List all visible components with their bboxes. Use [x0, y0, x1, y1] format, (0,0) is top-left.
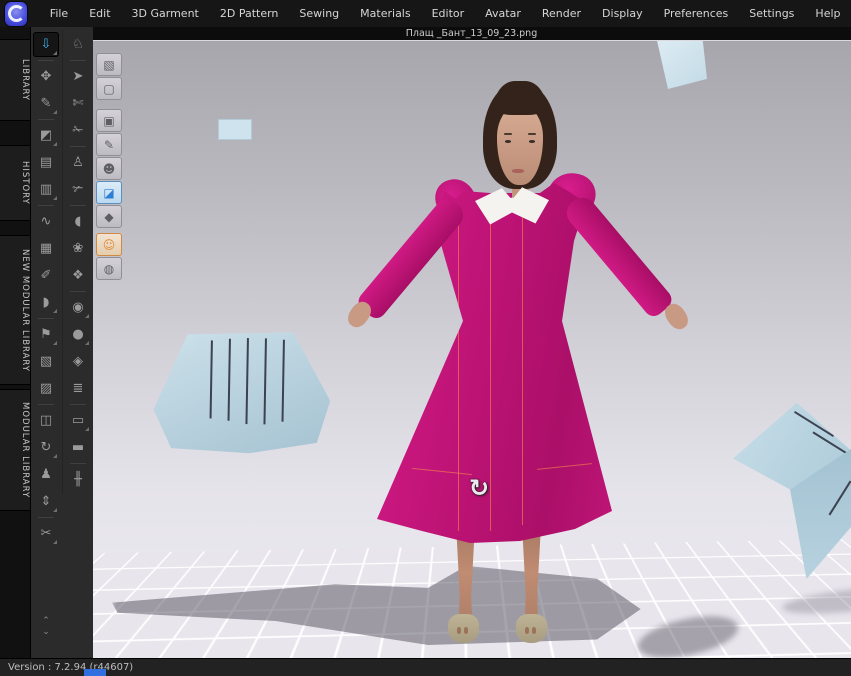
tool-palette: ⇩ ✥ ✎ ◩ ▤ ▥ ∿ ▦ ✐ ◗ ⚑ ▧ ▨ ◫ ↻ ♟ ⇕ ✂ ⌃ [30, 27, 93, 658]
tool-column-left: ⇩ ✥ ✎ ◩ ▤ ▥ ∿ ▦ ✐ ◗ ⚑ ▧ ▨ ◫ ↻ ♟ ⇕ ✂ ⌃ [31, 30, 61, 548]
select-tool-button[interactable]: ⇩ [33, 32, 59, 57]
menu-display[interactable]: Display [592, 0, 654, 27]
measure-tool-button[interactable]: ╫ [65, 467, 91, 492]
version-label: Version : 7.2.94 (r44607) [8, 662, 133, 673]
menu-edit[interactable]: Edit [79, 0, 121, 27]
avatar-brow-right [528, 133, 536, 135]
toggle-avatar-icon[interactable]: ☺ [96, 233, 122, 256]
button-tool-button[interactable]: ● [65, 322, 91, 347]
scissors-tool-button[interactable]: ✂ [33, 521, 59, 546]
untack-tool-button[interactable]: ✃ [65, 177, 91, 202]
zipper-tool-button[interactable]: ≣ [65, 376, 91, 401]
avatar-scale-tool-button[interactable]: ⇕ [33, 489, 59, 514]
menu-bar: File Edit 3D Garment 2D Pattern Sewing M… [0, 0, 851, 27]
document-title: Плащ _Бант_13_09_23.png [92, 27, 851, 40]
avatar-shoe-right [516, 614, 547, 643]
garment-sleeve-right [561, 192, 675, 320]
thread-tool-button[interactable]: ∿ [33, 209, 59, 234]
jacket-tool-button[interactable]: ▧ [33, 349, 59, 374]
pattern-piece-top[interactable] [655, 41, 707, 89]
pattern-piece-small[interactable] [218, 119, 252, 140]
flag-export-tool-button[interactable]: ⚑ [33, 322, 59, 347]
menu-2d-pattern[interactable]: 2D Pattern [209, 0, 289, 27]
toggle-garment-outline-icon[interactable]: ▢ [96, 77, 122, 100]
app-window: File Edit 3D Garment 2D Pattern Sewing M… [0, 0, 851, 676]
tab-history[interactable]: HISTORY [0, 145, 30, 221]
menu-materials[interactable]: Materials [350, 0, 421, 27]
toggle-stitches-icon[interactable]: ✎ [96, 133, 122, 156]
menu-help[interactable]: Help [805, 0, 851, 27]
side-tab-strip: LIBRARY HISTORY NEW MODULAR LIBRARY MODU… [0, 27, 30, 676]
menu-preferences[interactable]: Preferences [653, 0, 739, 27]
menu-sewing[interactable]: Sewing [289, 0, 350, 27]
rotate-avatar-tool-button[interactable]: ↻ [33, 435, 59, 460]
menu-editor[interactable]: Editor [421, 0, 475, 27]
pin-tool-button[interactable]: ✐ [33, 263, 59, 288]
tab-library[interactable]: LIBRARY [0, 39, 30, 121]
move-avatar-button[interactable]: ➤ [65, 64, 91, 89]
shoes-tool-button[interactable]: ◖ [65, 209, 91, 234]
garment-coat-dress[interactable] [372, 181, 617, 546]
menu-settings[interactable]: Settings [739, 0, 805, 27]
toggle-garment-icon[interactable]: ▣ [96, 109, 122, 132]
rotate-gizmo-icon[interactable]: ↻ [464, 473, 494, 503]
avatar-shoe-left [448, 614, 479, 643]
fabric-roll-b-button[interactable]: ▬ [65, 435, 91, 460]
avatar-tool-button[interactable]: ♟ [33, 462, 59, 487]
palette-scroll-down[interactable]: ⌄ [31, 627, 61, 638]
toggle-fabric-dark-icon[interactable]: ◆ [96, 205, 122, 228]
pattern-piece-left[interactable] [151, 327, 335, 458]
app-logo-icon [5, 2, 27, 26]
avatar-eye-right [529, 140, 535, 143]
avatar-lips [512, 169, 524, 173]
pan-tool-button[interactable]: ✥ [33, 64, 59, 89]
palette-scroll-up[interactable]: ⌃ [31, 616, 61, 627]
menu-render[interactable]: Render [531, 0, 591, 27]
tool-column-right: ♘ ➤ ✄ ✁ ♙ ✃ ◖ ❀ ❖ ◉ ● ◈ ≣ ▭ ▬ ╫ [62, 30, 93, 494]
avatar-eye-left [505, 140, 511, 143]
steam-iron-tool-button[interactable]: ◗ [33, 290, 59, 315]
tack-pin-button[interactable]: ✁ [65, 118, 91, 143]
tab-new-modular-library[interactable]: NEW MODULAR LIBRARY [0, 235, 30, 385]
progress-marker [84, 669, 106, 676]
menu-avatar[interactable]: Avatar [475, 0, 532, 27]
toggle-fabric-selected-icon[interactable]: ◪ [96, 181, 122, 204]
tack-on-avatar-button[interactable]: ✄ [65, 91, 91, 116]
toggle-avatar-view-icon[interactable]: ☻ [96, 157, 122, 180]
free-sewing-tool-button[interactable]: ▥ [33, 177, 59, 202]
status-bar: Version : 7.2.94 (r44607) [0, 658, 851, 676]
pattern-print-button[interactable]: ❀ [65, 236, 91, 261]
toggle-fabric-icon[interactable]: ▧ [96, 53, 122, 76]
simulate-avatar-button[interactable]: ♘ [65, 32, 91, 57]
avatar-brow-left [504, 133, 512, 135]
buttonhole-tool-button[interactable]: ◈ [65, 349, 91, 374]
pattern-garment-button[interactable]: ❖ [65, 263, 91, 288]
menu-file[interactable]: File [39, 0, 78, 27]
toggle-environment-icon[interactable]: ◍ [96, 257, 122, 280]
sewing-machine-tool-button[interactable]: ▤ [33, 150, 59, 175]
menu-3d-garment[interactable]: 3D Garment [121, 0, 209, 27]
drape-tool-button[interactable]: ♙ [65, 150, 91, 175]
avatar-bangs [494, 81, 546, 115]
pin-sewing-tool-button[interactable]: ▦ [33, 236, 59, 261]
graft-button[interactable]: ◉ [65, 295, 91, 320]
fabric-roll-a-button[interactable]: ▭ [65, 408, 91, 433]
fold-garment-tool-button[interactable]: ▨ [33, 376, 59, 401]
vest-tool-button[interactable]: ◫ [33, 408, 59, 433]
viewport-3d[interactable]: ↻ ▧ ▢ ▣ ✎ ☻ ◪ ◆ ☺ ◍ [92, 40, 851, 659]
edit-pattern-tool-button[interactable]: ✎ [33, 91, 59, 116]
garment-tool-button[interactable]: ◩ [33, 123, 59, 148]
tab-modular-library[interactable]: MODULAR LIBRARY [0, 389, 30, 511]
